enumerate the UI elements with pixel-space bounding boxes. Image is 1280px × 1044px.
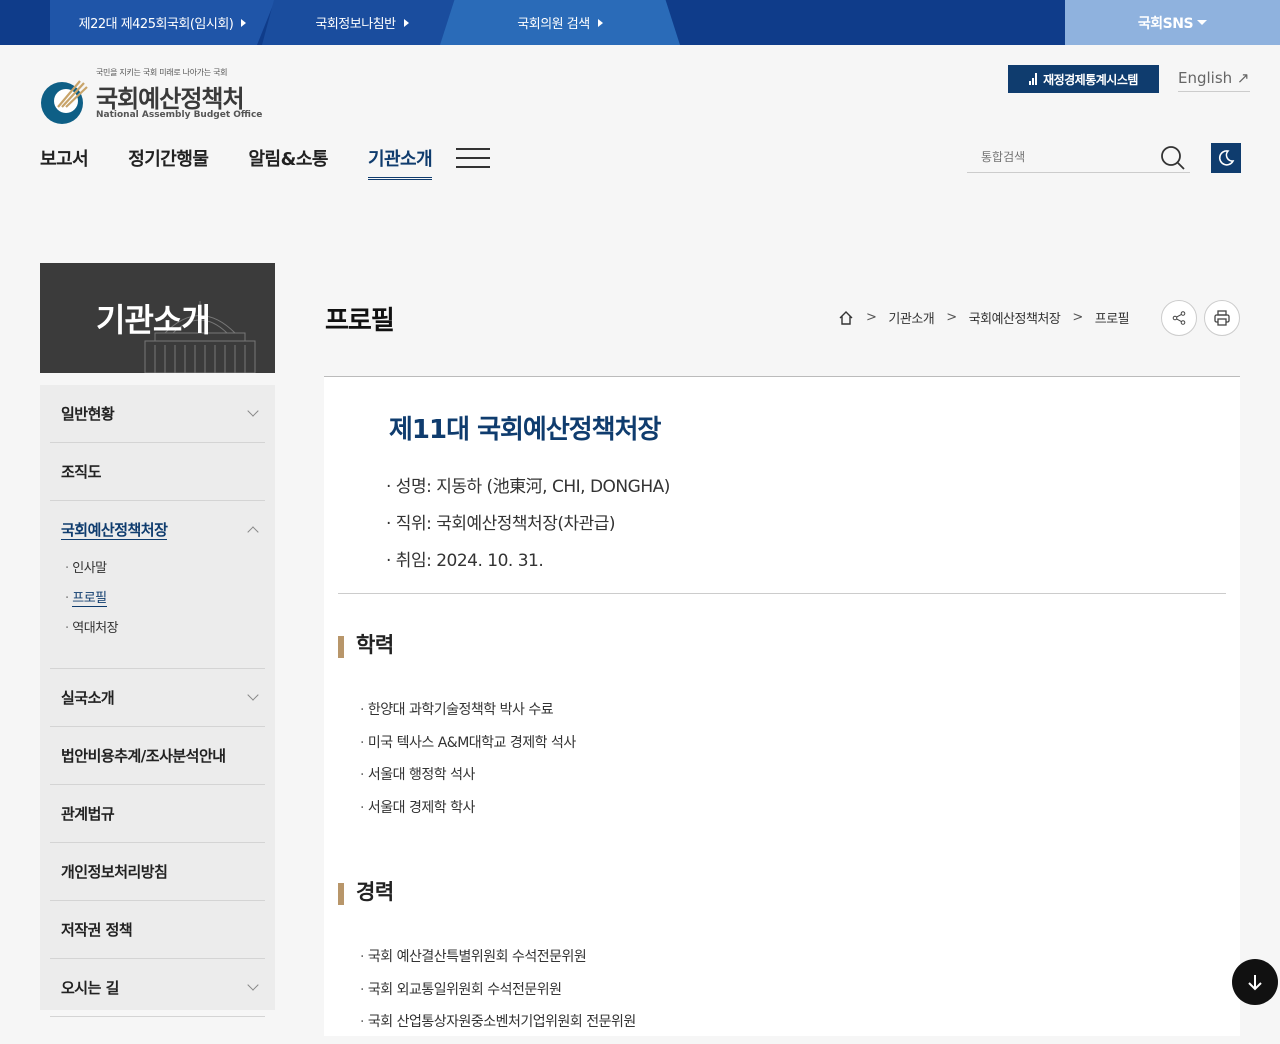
gnb-about[interactable]: 기관소개: [367, 145, 433, 180]
education-heading: 학력: [338, 629, 394, 659]
sidebar-submenu: 인사말 프로필 역대처장: [61, 554, 265, 644]
caret-right-icon: [403, 18, 409, 27]
share-icon: [1172, 311, 1186, 325]
sidebar-title: 기관소개: [96, 301, 211, 339]
chevron-up-icon: [247, 526, 259, 538]
breadcrumb-current: 프로필: [1094, 312, 1130, 327]
logo-english-name: National Assembly Budget Office: [96, 110, 263, 120]
chevron-down-icon: [247, 689, 259, 701]
hamburger-menu-icon[interactable]: [456, 148, 490, 170]
home-icon[interactable]: [838, 310, 854, 326]
breadcrumb-separator: >: [946, 310, 957, 325]
list-item: 서울대 경제학 학사: [360, 797, 576, 830]
arrow-down-icon: [1248, 975, 1262, 991]
caret-right-icon: [241, 18, 247, 27]
search-icon[interactable]: [1160, 145, 1186, 171]
sidebar-item-regulations[interactable]: 관계법규: [50, 785, 265, 843]
sns-dropdown[interactable]: 국회SNS: [1065, 0, 1280, 45]
accent-bar: [338, 883, 344, 905]
member-search-link[interactable]: 국회의원 검색: [440, 0, 680, 45]
chevron-down-icon: [247, 979, 259, 991]
breadcrumb-separator: >: [1072, 310, 1083, 325]
caret-right-icon: [597, 18, 603, 27]
gnb-periodicals[interactable]: 정기간행물: [128, 145, 209, 180]
list-item: 미국 텍사스 A&M대학교 경제학 석사: [360, 732, 576, 765]
profile-heading: 제11대 국회예산정책처장: [389, 415, 661, 445]
logo-name: 국회예산정책처: [96, 85, 245, 113]
list-item: 한양대 과학기술정책학 박사 수료: [360, 699, 576, 732]
page-title: 프로필: [325, 306, 395, 336]
list-item: 국회 예산결산특별위원회 수석전문위원: [360, 946, 636, 979]
caret-down-icon: [1197, 20, 1208, 25]
divider: [338, 593, 1226, 594]
search-input[interactable]: [967, 143, 1147, 171]
assembly-compass-link[interactable]: 국회정보나침반: [262, 0, 462, 45]
moon-icon: [1218, 150, 1235, 166]
profile-content: 제11대 국회예산정책처장 · 성명: 지동하 (池東河, CHI, DONGH…: [324, 376, 1240, 1036]
sidebar-item-cost-estimate[interactable]: 법안비용추계/조사분석안내: [50, 727, 265, 785]
breadcrumb-item[interactable]: 기관소개: [888, 308, 934, 327]
print-icon: [1214, 310, 1230, 326]
sidebar-subitem-greeting[interactable]: 인사말: [65, 554, 265, 584]
assembly-session-link[interactable]: 제22대 제425회국회(임시회): [50, 0, 275, 45]
top-bar: 제22대 제425회국회(임시회) 국회정보나침반 국회의원 검색 국회SNS: [0, 0, 1280, 45]
gnb-news[interactable]: 알림&소통: [249, 145, 329, 180]
chevron-down-icon: [247, 405, 259, 417]
logo-mark-icon: [41, 80, 88, 124]
career-list: 국회 예산결산특별위원회 수석전문위원 국회 외교통일위원회 수석전문위원 국회…: [360, 946, 636, 1044]
sidebar-header: 기관소개: [40, 263, 275, 373]
sidebar-item-general[interactable]: 일반현황: [50, 385, 265, 443]
breadcrumb-separator: >: [866, 310, 877, 325]
site-logo[interactable]: 국민을 지키는 국회 미래로 나아가는 국회 국회예산정책처 National …: [40, 67, 262, 127]
profile-name: · 성명: 지동하 (池東河, CHI, DONGHA): [386, 477, 670, 497]
profile-position: · 직위: 국회예산정책처장(차관급): [386, 514, 616, 534]
sidebar-item-copyright[interactable]: 저작권 정책: [50, 901, 265, 959]
logo-slogan: 국민을 지키는 국회 미래로 나아가는 국회: [96, 68, 228, 77]
sidebar-item-privacy[interactable]: 개인정보처리방침: [50, 843, 265, 901]
print-button[interactable]: [1204, 300, 1240, 336]
sidebar-item-departments[interactable]: 실국소개: [50, 669, 265, 727]
sidebar-subitem-former-chiefs[interactable]: 역대처장: [65, 614, 265, 644]
chart-bars-icon: [1029, 73, 1038, 85]
education-list: 한양대 과학기술정책학 박사 수료 미국 텍사스 A&M대학교 경제학 석사 서…: [360, 699, 576, 829]
sidebar-subitem-profile[interactable]: 프로필: [65, 584, 265, 614]
dark-mode-toggle[interactable]: [1211, 143, 1241, 173]
career-heading: 경력: [338, 876, 394, 906]
share-button[interactable]: [1161, 300, 1197, 336]
main-navigation: 보고서 정기간행물 알림&소통 기관소개: [40, 145, 472, 180]
list-item: 국회 산업통상자원중소벤처기업위원회 전문위원: [360, 1011, 636, 1044]
fiscal-statistics-system-button[interactable]: 재정경제통계시스템: [1008, 65, 1159, 93]
breadcrumb: > 기관소개 > 국회예산정책처장 > 프로필: [838, 308, 1130, 327]
profile-info: · 성명: 지동하 (池東河, CHI, DONGHA) · 직위: 국회예산정…: [386, 472, 670, 583]
breadcrumb-item[interactable]: 국회예산정책처장: [969, 308, 1061, 327]
sidebar-item-organization[interactable]: 조직도: [50, 443, 265, 501]
list-item: 국회 외교통일위원회 수석전문위원: [360, 979, 636, 1012]
sidebar-item-chief[interactable]: 국회예산정책처장 인사말 프로필 역대처장: [50, 501, 265, 669]
accent-bar: [338, 636, 344, 658]
gnb-reports[interactable]: 보고서: [40, 145, 89, 180]
sidebar-item-directions[interactable]: 오시는 길: [50, 959, 265, 1017]
english-site-link[interactable]: English ↗: [1178, 69, 1250, 92]
search-box: [967, 143, 1190, 173]
scroll-down-button[interactable]: [1232, 959, 1278, 1005]
sidebar-nav: 일반현황 조직도 국회예산정책처장 인사말 프로필 역대처장 실국소개 법안비용…: [40, 385, 275, 1017]
profile-inauguration: · 취임: 2024. 10. 31.: [386, 551, 544, 571]
list-item: 서울대 행정학 석사: [360, 764, 576, 797]
